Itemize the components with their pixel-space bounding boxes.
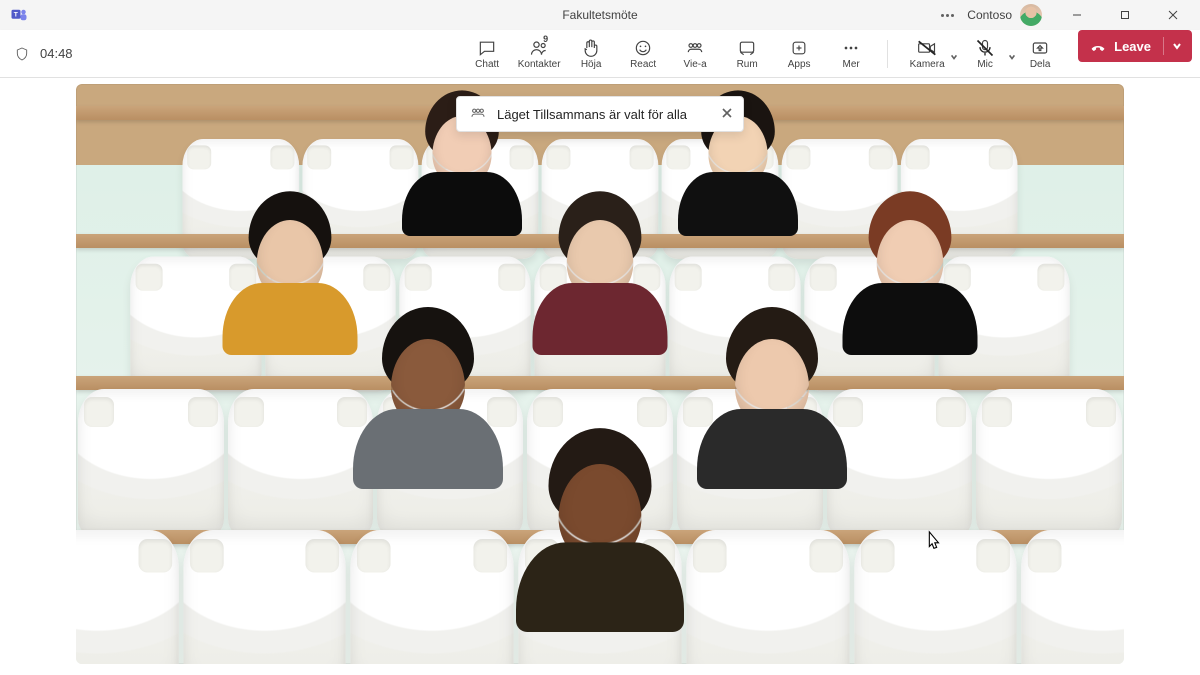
participant (358, 329, 498, 489)
view-icon (685, 38, 705, 58)
row-bar (76, 376, 1124, 390)
react-button[interactable]: React (617, 30, 669, 78)
react-icon (633, 38, 653, 58)
share-label: Dela (1030, 60, 1051, 70)
apps-label: Apps (788, 60, 811, 70)
apps-button[interactable]: Apps (773, 30, 825, 78)
view-button[interactable]: Vie-a (669, 30, 721, 78)
more-label: Mer (843, 60, 860, 70)
view-label: Vie-a (684, 60, 707, 70)
chat-icon (477, 38, 497, 58)
seat (351, 530, 514, 664)
more-title-icon[interactable] (935, 14, 959, 17)
meeting-stage-wrap: Läget Tillsammans är valt för alla (0, 78, 1200, 675)
org-name: Contoso (967, 8, 1012, 22)
react-label: React (630, 60, 656, 70)
camera-off-icon (917, 38, 937, 58)
mic-button[interactable]: Mic (956, 30, 1014, 78)
more-icon (841, 38, 861, 58)
maximize-button[interactable] (1102, 0, 1148, 30)
raise-hand-icon (581, 38, 601, 58)
apps-icon (789, 38, 809, 58)
leave-label: Leave (1114, 39, 1151, 54)
pointer-cursor-icon (922, 530, 944, 556)
more-button[interactable]: Mer (825, 30, 877, 78)
people-label: Kontakter (518, 60, 561, 70)
seat (78, 389, 224, 539)
together-mode-toast: Läget Tillsammans är valt för alla (456, 96, 744, 132)
rooms-label: Rum (737, 60, 758, 70)
together-mode-icon (469, 104, 487, 125)
meeting-timer: 04:48 (40, 46, 73, 61)
participant (702, 329, 842, 489)
share-button[interactable]: Dela (1014, 30, 1066, 78)
seat (228, 389, 374, 539)
titlebar: T Fakultetsmöte Contoso (0, 0, 1200, 30)
raise-label: Höja (581, 60, 602, 70)
close-icon[interactable] (721, 107, 733, 122)
people-button[interactable]: 9 Kontakter (513, 30, 565, 78)
rooms-button[interactable]: Rum (721, 30, 773, 78)
mic-off-icon (975, 38, 995, 58)
camera-button[interactable]: Kamera (898, 30, 956, 78)
seat (686, 530, 849, 664)
window-title: Fakultetsmöte (562, 8, 637, 22)
raise-hand-button[interactable]: Höja (565, 30, 617, 78)
chat-label: Chatt (475, 60, 499, 70)
people-count: 9 (543, 34, 548, 44)
seat (976, 389, 1122, 539)
seat (827, 389, 973, 539)
camera-label: Kamera (910, 60, 945, 70)
meeting-toolbar: 04:48 Chatt 9 Kontakter Höja React Vie-a… (0, 30, 1200, 78)
seat (76, 530, 179, 664)
participant (847, 211, 973, 355)
chat-button[interactable]: Chatt (461, 30, 513, 78)
toast-text: Läget Tillsammans är valt för alla (497, 107, 687, 122)
user-avatar[interactable] (1020, 4, 1042, 26)
teams-logo-icon: T (10, 6, 28, 24)
participant (522, 453, 679, 632)
together-mode-stage: Läget Tillsammans är valt för alla (76, 84, 1124, 664)
chevron-down-icon[interactable] (1172, 39, 1182, 54)
toolbar-separator (887, 40, 888, 68)
shield-icon (14, 46, 30, 62)
rooms-icon (737, 38, 757, 58)
participant (537, 211, 663, 355)
seat (1021, 530, 1124, 664)
close-window-button[interactable] (1150, 0, 1196, 30)
hangup-icon (1090, 38, 1106, 54)
minimize-button[interactable] (1054, 0, 1100, 30)
share-icon (1030, 38, 1050, 58)
mic-label: Mic (977, 60, 993, 70)
seat (183, 530, 346, 664)
leave-button[interactable]: Leave (1078, 30, 1192, 62)
participant (227, 211, 353, 355)
